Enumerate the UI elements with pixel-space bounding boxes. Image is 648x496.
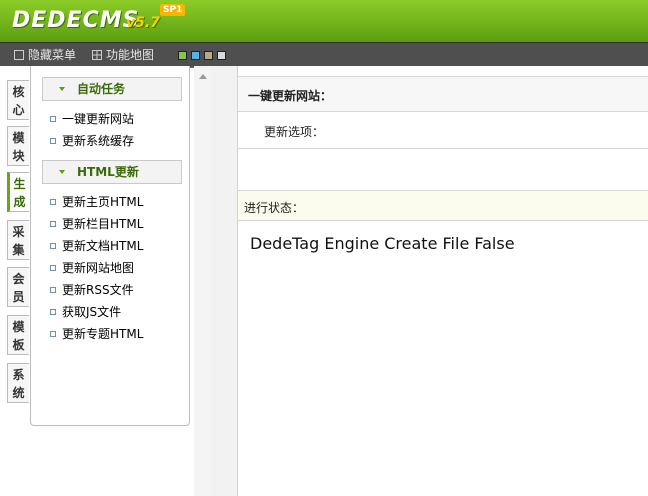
menu-item-label: 更新栏目HTML: [62, 217, 144, 231]
page-title: 一键更新网站：: [248, 89, 333, 103]
menu-item-update-article[interactable]: 更新文档HTML: [50, 239, 143, 253]
site-map-label: 功能地图: [106, 48, 155, 62]
menu-item-update-topic[interactable]: 更新专题HTML: [50, 327, 143, 341]
grid-icon: [92, 50, 102, 60]
menu-item-update-home[interactable]: 更新主页HTML: [50, 195, 143, 209]
skin-swatch-gray[interactable]: [217, 51, 226, 60]
menu-item-update-cache[interactable]: 更新系统缓存: [50, 134, 134, 148]
sidebar-icon: [14, 50, 24, 60]
section-title: HTML更新: [77, 165, 139, 179]
options-label: 更新选项：: [264, 125, 325, 139]
status-message: DedeTag Engine Create File False: [250, 234, 515, 253]
header-bar: DEDECMS v5.7 SP1: [0, 0, 648, 42]
sidebar-menu: 自动任务 一键更新网站 更新系统缓存 HTML更新 更新主页HTML 更新栏目H…: [30, 66, 190, 426]
skin-swatch-blue[interactable]: [191, 51, 200, 60]
page-title-row: 一键更新网站：: [238, 76, 648, 112]
tab-template[interactable]: 模板: [7, 315, 29, 355]
bullet-icon: [50, 264, 56, 271]
bullet-icon: [50, 198, 56, 205]
main-content: 一键更新网站： 更新选项： 进行状态： DedeTag Engine Creat…: [238, 66, 648, 496]
tab-core[interactable]: 核心: [7, 80, 29, 120]
menu-item-update-rss[interactable]: 更新RSS文件: [50, 283, 134, 297]
menu-item-one-click-update[interactable]: 一键更新网站: [50, 112, 134, 126]
scroll-up-icon[interactable]: [199, 74, 207, 79]
menu-item-label: 更新网站地图: [62, 261, 135, 275]
menu-item-get-js[interactable]: 获取JS文件: [50, 305, 121, 319]
menu-item-label: 获取JS文件: [62, 305, 122, 319]
tab-module[interactable]: 模块: [7, 126, 29, 166]
skin-swatch-tan[interactable]: [204, 51, 213, 60]
chevron-down-icon: [59, 170, 65, 174]
tab-generate[interactable]: 生成: [7, 172, 29, 212]
menu-item-label: 更新专题HTML: [62, 327, 144, 341]
chevron-down-icon: [59, 87, 65, 91]
version-label: v5.7: [126, 15, 160, 31]
sp-badge: SP1: [160, 4, 186, 16]
logo: DEDECMS: [12, 8, 140, 33]
bullet-icon: [50, 286, 56, 293]
menu-item-update-category[interactable]: 更新栏目HTML: [50, 217, 143, 231]
menu-item-label: 一键更新网站: [62, 112, 135, 126]
tab-collect[interactable]: 采集: [7, 220, 29, 260]
bullet-icon: [50, 137, 56, 144]
menu-item-label: 更新系统缓存: [62, 134, 135, 148]
menu-item-label: 更新RSS文件: [62, 283, 134, 297]
status-label: 进行状态：: [244, 201, 305, 215]
site-map-button[interactable]: 功能地图: [92, 47, 154, 63]
tab-member[interactable]: 会员: [7, 267, 29, 307]
bullet-icon: [50, 242, 56, 249]
menu-item-update-sitemap[interactable]: 更新网站地图: [50, 261, 134, 275]
tab-system[interactable]: 系统: [7, 363, 29, 403]
section-title: 自动任务: [77, 82, 126, 96]
skin-swatch-green[interactable]: [178, 51, 187, 60]
hide-menu-label: 隐藏菜单: [28, 48, 77, 62]
section-html-update[interactable]: HTML更新: [42, 160, 182, 184]
bullet-icon: [50, 115, 56, 122]
status-row: 进行状态：: [238, 190, 648, 221]
bullet-icon: [50, 308, 56, 315]
bullet-icon: [50, 220, 56, 227]
menu-item-label: 更新文档HTML: [62, 239, 144, 253]
toolbar: 隐藏菜单 功能地图: [0, 42, 648, 68]
hide-menu-button[interactable]: 隐藏菜单: [14, 47, 76, 63]
menu-item-label: 更新主页HTML: [62, 195, 144, 209]
section-auto-task[interactable]: 自动任务: [42, 77, 182, 101]
bullet-icon: [50, 330, 56, 337]
menu-scrollbar[interactable]: [194, 66, 210, 496]
frame-gutter: [210, 66, 238, 496]
module-tabs: 核心 模块 生成 采集 会员 模板 系统: [0, 66, 30, 496]
options-row: 更新选项：: [238, 112, 648, 149]
